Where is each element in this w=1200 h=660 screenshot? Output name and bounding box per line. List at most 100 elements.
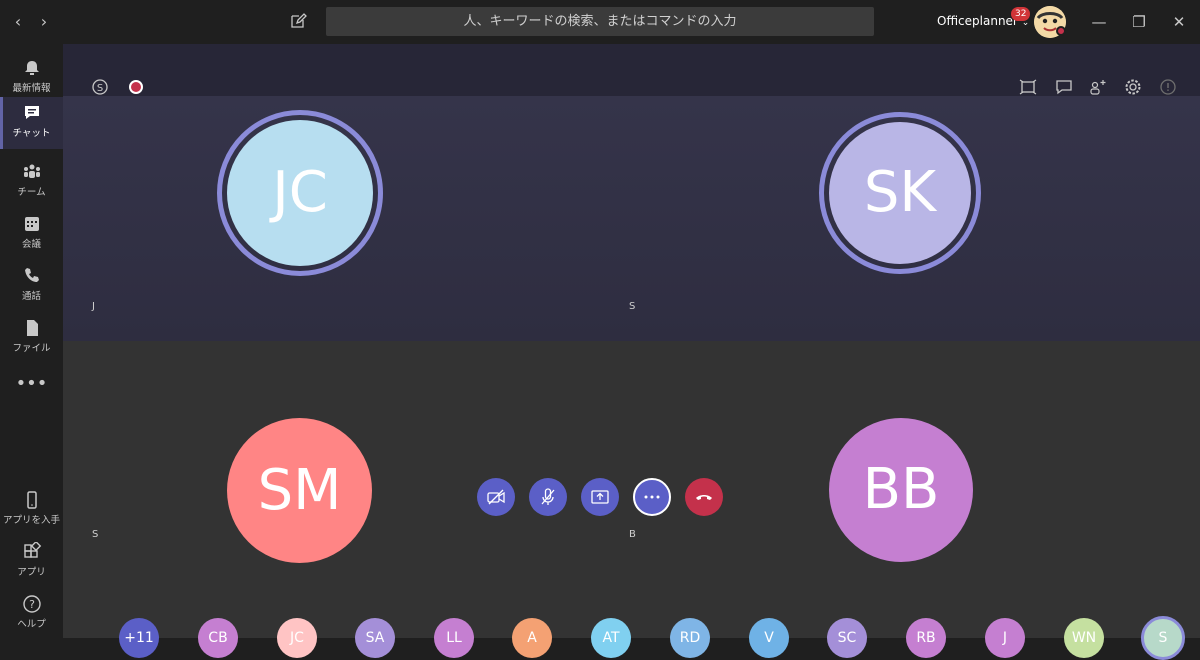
- more-actions-button[interactable]: [633, 478, 671, 516]
- mobile-icon: [26, 491, 37, 509]
- roster-initials: J: [1002, 630, 1008, 646]
- rail-label: アプリ: [17, 567, 46, 578]
- participant-initials: SM: [257, 458, 342, 523]
- call-stage: S JC J SK S SM S BB B +11 CB JC SA LL A …: [63, 44, 1200, 660]
- roster-avatar[interactable]: LL: [434, 618, 474, 658]
- search-input[interactable]: 人、キーワードの検索、またはコマンドの入力: [326, 7, 874, 36]
- participants-icon[interactable]: [1089, 78, 1107, 96]
- rail-item-files[interactable]: ファイル: [0, 312, 63, 364]
- rail-item-get-apps[interactable]: アプリを入手: [0, 484, 63, 536]
- close-icon[interactable]: ✕: [1169, 12, 1189, 32]
- app-rail: 最新情報 チャット チーム 会議 通話 ファイル ••• アプリを入手 アプリ …: [0, 44, 63, 638]
- roster-initials: CB: [208, 630, 228, 646]
- roster-initials: SC: [837, 630, 857, 646]
- presence-busy-icon: [1056, 26, 1066, 36]
- roster-initials: AT: [602, 630, 620, 646]
- roster-avatar[interactable]: J: [985, 618, 1025, 658]
- roster-avatar[interactable]: AT: [591, 618, 631, 658]
- svg-text:?: ?: [29, 598, 35, 611]
- rail-item-chat[interactable]: チャット: [0, 97, 63, 149]
- roster-initials: A: [527, 630, 537, 646]
- rail-label: 最新情報: [12, 83, 51, 94]
- rail-item-help[interactable]: ? ヘルプ: [0, 588, 63, 640]
- rail-label: ファイル: [12, 343, 51, 354]
- participant-initials: BB: [862, 457, 940, 522]
- apps-icon: [23, 542, 41, 558]
- more-icon: •••: [15, 373, 48, 394]
- account-name[interactable]: Officeplanner: [937, 14, 1018, 28]
- notification-badge: 32: [1011, 7, 1031, 21]
- rail-label: 会議: [21, 239, 41, 250]
- rail-label: ヘルプ: [17, 619, 46, 630]
- back-arrow-icon[interactable]: ‹: [8, 12, 28, 32]
- teams-icon: [23, 164, 40, 178]
- roster-avatar[interactable]: V: [749, 618, 789, 658]
- calendar-icon: [24, 217, 39, 231]
- roster-avatar[interactable]: WN: [1064, 618, 1104, 658]
- participant-avatar: JC: [227, 120, 373, 266]
- camera-off-icon: [487, 489, 505, 505]
- roster-initials: JC: [290, 630, 304, 646]
- roster-initials: +11: [124, 630, 154, 646]
- svg-text:S: S: [97, 83, 103, 94]
- participant-name: B: [629, 529, 636, 540]
- rail-more-button[interactable]: •••: [0, 369, 63, 399]
- settings-gear-icon[interactable]: [1124, 78, 1142, 96]
- mic-off-icon: [541, 488, 555, 505]
- more-icon: [644, 495, 660, 499]
- compose-icon[interactable]: [289, 12, 309, 32]
- roster-avatar[interactable]: JC: [277, 618, 317, 658]
- rail-label: チーム: [17, 187, 46, 198]
- roster-avatar[interactable]: RD: [670, 618, 710, 658]
- roster-initials: S: [1158, 630, 1168, 646]
- info-icon[interactable]: [1159, 78, 1177, 96]
- hang-up-icon: [696, 495, 712, 500]
- participant-avatar: BB: [829, 418, 973, 562]
- participant-avatar: SK: [829, 122, 971, 264]
- roster-avatar[interactable]: RB: [906, 618, 946, 658]
- chat-icon[interactable]: [1055, 78, 1073, 96]
- roster-avatar[interactable]: CB: [198, 618, 238, 658]
- share-screen-icon: [591, 490, 609, 504]
- participant-name: J: [92, 301, 95, 312]
- participant-initials: SK: [863, 160, 937, 225]
- mic-toggle-button[interactable]: [529, 478, 567, 516]
- participant-name: S: [92, 529, 99, 540]
- roster-avatar[interactable]: SA: [355, 618, 395, 658]
- participant-initials: JC: [272, 160, 328, 225]
- roster-initials: RD: [679, 630, 701, 646]
- camera-toggle-button[interactable]: [477, 478, 515, 516]
- roster-avatar-self[interactable]: S: [1141, 616, 1185, 660]
- chat-icon: [24, 106, 39, 119]
- title-bar: ‹ › 人、キーワードの検索、またはコマンドの入力 Officeplanner …: [0, 0, 1200, 44]
- recording-icon: [127, 78, 145, 96]
- roster-initials: LL: [446, 630, 462, 646]
- participant-avatar: SM: [227, 418, 372, 563]
- bell-icon: [24, 61, 39, 75]
- roster-initials: RB: [916, 630, 936, 646]
- phone-icon: [24, 268, 39, 282]
- roster-initials: WN: [1071, 630, 1097, 646]
- rail-label: 通話: [21, 291, 41, 302]
- help-icon: ?: [22, 595, 41, 613]
- rail-item-meetings[interactable]: 会議: [0, 208, 63, 260]
- rail-item-teams[interactable]: チーム: [0, 156, 63, 208]
- rail-label: チャット: [12, 128, 51, 139]
- skype-icon: S: [91, 78, 109, 96]
- restore-icon[interactable]: ❐: [1129, 12, 1149, 32]
- rail-item-calls[interactable]: 通話: [0, 260, 63, 312]
- hang-up-button[interactable]: [685, 478, 723, 516]
- file-icon: [26, 320, 38, 336]
- fullscreen-icon[interactable]: [1019, 78, 1037, 96]
- roster-initials: SA: [365, 630, 385, 646]
- roster-initials: V: [764, 630, 774, 646]
- forward-arrow-icon[interactable]: ›: [34, 12, 54, 32]
- minimize-icon[interactable]: —: [1089, 12, 1109, 32]
- rail-label: アプリを入手: [2, 515, 60, 526]
- share-screen-button[interactable]: [581, 478, 619, 516]
- roster-avatar[interactable]: SC: [827, 618, 867, 658]
- roster-avatar[interactable]: A: [512, 618, 552, 658]
- roster-overflow-button[interactable]: +11: [119, 618, 159, 658]
- participant-name: S: [629, 301, 636, 312]
- rail-item-apps[interactable]: アプリ: [0, 536, 63, 588]
